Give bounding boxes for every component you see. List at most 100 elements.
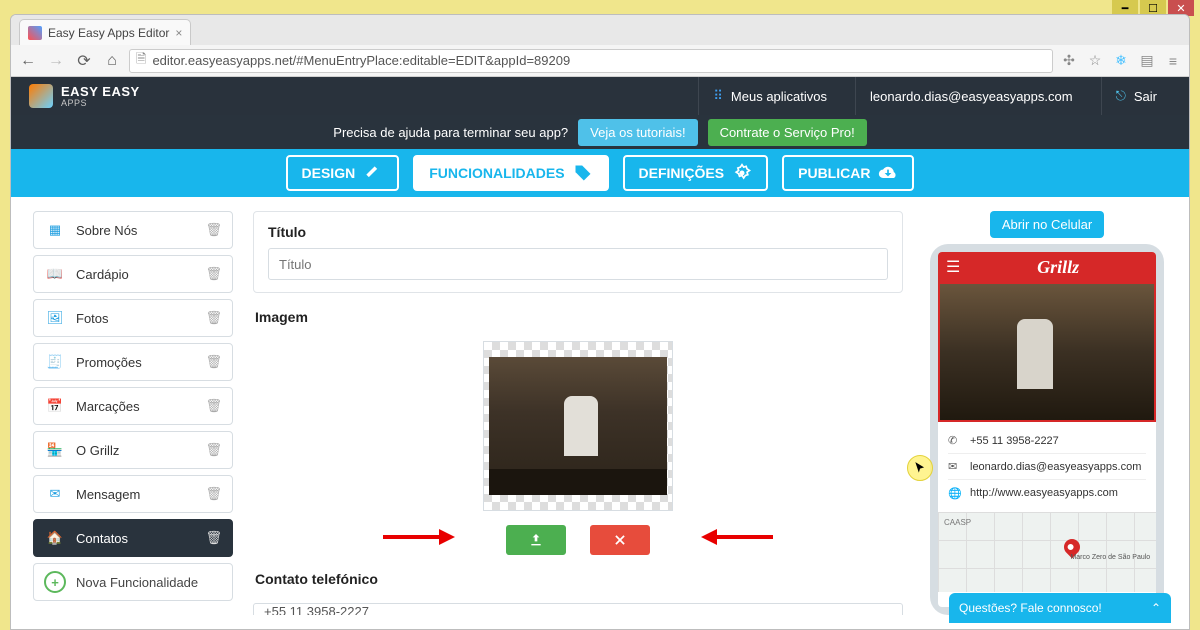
phone-preview-panel: Abrir no Celular ☰ Grillz ✆ +55 [927, 211, 1167, 615]
support-chat-widget[interactable]: Questões? Fale connosco! ⌃ [949, 593, 1171, 623]
app-logo[interactable]: EASY EASY APPS [29, 84, 140, 108]
back-icon[interactable]: ← [17, 50, 39, 72]
brush-icon [363, 163, 383, 183]
image-icon: 🖼 [44, 307, 66, 329]
sidebar-item-menu[interactable]: 📖 Cardápio 🗑 [33, 255, 233, 293]
my-apps-link[interactable]: ⠿ Meus aplicativos [698, 77, 841, 115]
trash-icon[interactable]: 🗑 [205, 266, 222, 282]
annotation-arrow-right [701, 527, 773, 552]
image-label: Imagem [255, 309, 903, 325]
add-feature-label: Nova Funcionalidade [76, 575, 198, 590]
sidebar-item-about[interactable]: ▦ Sobre Nós 🗑 [33, 211, 233, 249]
logout-link[interactable]: ⎋ Sair [1101, 77, 1171, 115]
title-panel: Título [253, 211, 903, 293]
envelope-icon: ✉ [948, 460, 962, 473]
receipt-icon: 🧾 [44, 351, 66, 373]
open-on-phone-button[interactable]: Abrir no Celular [990, 211, 1104, 238]
preview-phone-row[interactable]: ✆ +55 11 3958-2227 [948, 428, 1146, 454]
map-label-caasp: CAASP [944, 518, 971, 527]
sidebar-item-contacts[interactable]: 🏠 Contatos 🗑 [33, 519, 233, 557]
add-feature-button[interactable]: + Nova Funcionalidade [33, 563, 233, 601]
preview-hero-image [938, 282, 1156, 422]
logout-label: Sair [1134, 89, 1157, 104]
trash-icon[interactable]: 🗑 [205, 486, 222, 502]
book-icon: 📖 [44, 263, 66, 285]
extensions-area: ✣ ☆ ❄ ▤ ≡ [1059, 51, 1183, 71]
trash-icon[interactable]: 🗑 [205, 442, 222, 458]
sidebar-item-label: Cardápio [76, 267, 129, 282]
account-email[interactable]: leonardo.dias@easyeasyapps.com [855, 77, 1087, 115]
home-icon: 🏠 [44, 527, 66, 549]
preview-contacts: ✆ +55 11 3958-2227 ✉ leonardo.dias@easye… [938, 422, 1156, 512]
trash-icon[interactable]: 🗑 [205, 310, 222, 326]
sidebar-item-label: Sobre Nós [76, 223, 137, 238]
phone-icon: ✆ [948, 434, 962, 447]
nav-publish[interactable]: PUBLICAR [782, 155, 914, 191]
sidebar-item-label: Promoções [76, 355, 142, 370]
hamburger-icon[interactable]: ☰ [946, 257, 960, 277]
preview-email-row[interactable]: ✉ leonardo.dias@easyeasyapps.com [948, 454, 1146, 480]
preview-web-row[interactable]: 🌐 http://www.easyeasyapps.com [948, 480, 1146, 506]
nav-publish-label: PUBLICAR [798, 165, 870, 181]
trash-icon[interactable]: 🗑 [205, 398, 222, 414]
nav-settings-label: DEFINIÇÕES [639, 165, 725, 181]
open-sign-icon: ▦ [44, 219, 66, 241]
browser-tabstrip: Easy Easy Apps Editor × [11, 15, 1189, 45]
page-icon: 🗎 [136, 50, 146, 72]
tab-title: Easy Easy Apps Editor [48, 26, 169, 40]
trash-icon[interactable]: 🗑 [205, 354, 222, 370]
logo-mark-icon [29, 84, 53, 108]
chat-label: Questões? Fale connosco! [959, 601, 1102, 615]
image-dropzone[interactable] [483, 341, 673, 511]
help-text: Precisa de ajuda para terminar seu app? [333, 125, 568, 140]
upload-icon [528, 532, 544, 548]
sidebar-item-grillz[interactable]: 🏪 O Grillz 🗑 [33, 431, 233, 469]
features-sidebar: ▦ Sobre Nós 🗑 📖 Cardápio 🗑 🖼 Fotos 🗑 [33, 211, 233, 615]
sidebar-item-photos[interactable]: 🖼 Fotos 🗑 [33, 299, 233, 337]
sidebar-item-bookings[interactable]: 📅 Marcações 🗑 [33, 387, 233, 425]
url-bar[interactable]: 🗎 editor.easyeasyapps.net/#MenuEntryPlac… [129, 49, 1053, 73]
globe-icon: 🌐 [948, 487, 962, 500]
account-email-text: leonardo.dias@easyeasyapps.com [870, 89, 1073, 104]
brand-name: EASY EASY [61, 84, 140, 99]
preview-brand: Grillz [968, 257, 1148, 278]
sidebar-item-label: O Grillz [76, 443, 119, 458]
title-input[interactable] [268, 248, 888, 280]
upload-image-button[interactable] [506, 525, 566, 555]
cursor-highlight [907, 455, 933, 481]
preview-email-text: leonardo.dias@easyeasyapps.com [970, 461, 1141, 473]
extension-icon[interactable]: ✣ [1059, 51, 1079, 71]
extension-snow-icon[interactable]: ❄ [1111, 51, 1131, 71]
sidebar-item-message[interactable]: ✉ Mensagem 🗑 [33, 475, 233, 513]
chrome-menu-icon[interactable]: ≡ [1163, 51, 1183, 71]
preview-app-header: ☰ Grillz [938, 252, 1156, 282]
device-screen: ☰ Grillz ✆ +55 11 3958-2227 ✉ [938, 252, 1156, 607]
map-marker-label: Marco Zero de São Paulo [1070, 554, 1150, 561]
app-topbar: EASY EASY APPS ⠿ Meus aplicativos leonar… [11, 77, 1189, 115]
pro-service-button[interactable]: Contrate o Serviço Pro! [708, 119, 867, 146]
tab-close-icon[interactable]: × [175, 26, 182, 40]
preview-map[interactable]: CAASP Marco Zero de São Paulo [938, 512, 1156, 592]
sidebar-item-label: Contatos [76, 531, 128, 546]
uploaded-image [489, 357, 667, 495]
main-nav: DESIGN FUNCIONALIDADES DEFINIÇÕES PUBLIC… [11, 149, 1189, 197]
bookmark-icon[interactable]: ☆ [1085, 51, 1105, 71]
sidebar-item-promo[interactable]: 🧾 Promoções 🗑 [33, 343, 233, 381]
nav-settings[interactable]: DEFINIÇÕES [623, 155, 769, 191]
browser-tab[interactable]: Easy Easy Apps Editor × [19, 19, 191, 45]
extension-box-icon[interactable]: ▤ [1137, 51, 1157, 71]
help-bar: Precisa de ajuda para terminar seu app? … [11, 115, 1189, 149]
mail-icon: ✉ [44, 483, 66, 505]
phone-input[interactable] [253, 603, 903, 615]
nav-features[interactable]: FUNCIONALIDADES [413, 155, 608, 191]
trash-icon[interactable]: 🗑 [205, 530, 222, 546]
plus-icon: + [44, 571, 66, 593]
device-frame: ☰ Grillz ✆ +55 11 3958-2227 ✉ [930, 244, 1164, 615]
home-icon[interactable]: ⌂ [101, 50, 123, 72]
reload-icon[interactable]: ⟳ [73, 50, 95, 72]
tutorials-button[interactable]: Veja os tutoriais! [578, 119, 697, 146]
nav-design[interactable]: DESIGN [286, 155, 400, 191]
trash-icon[interactable]: 🗑 [205, 222, 222, 238]
cloud-upload-icon [878, 163, 898, 183]
remove-image-button[interactable] [590, 525, 650, 555]
